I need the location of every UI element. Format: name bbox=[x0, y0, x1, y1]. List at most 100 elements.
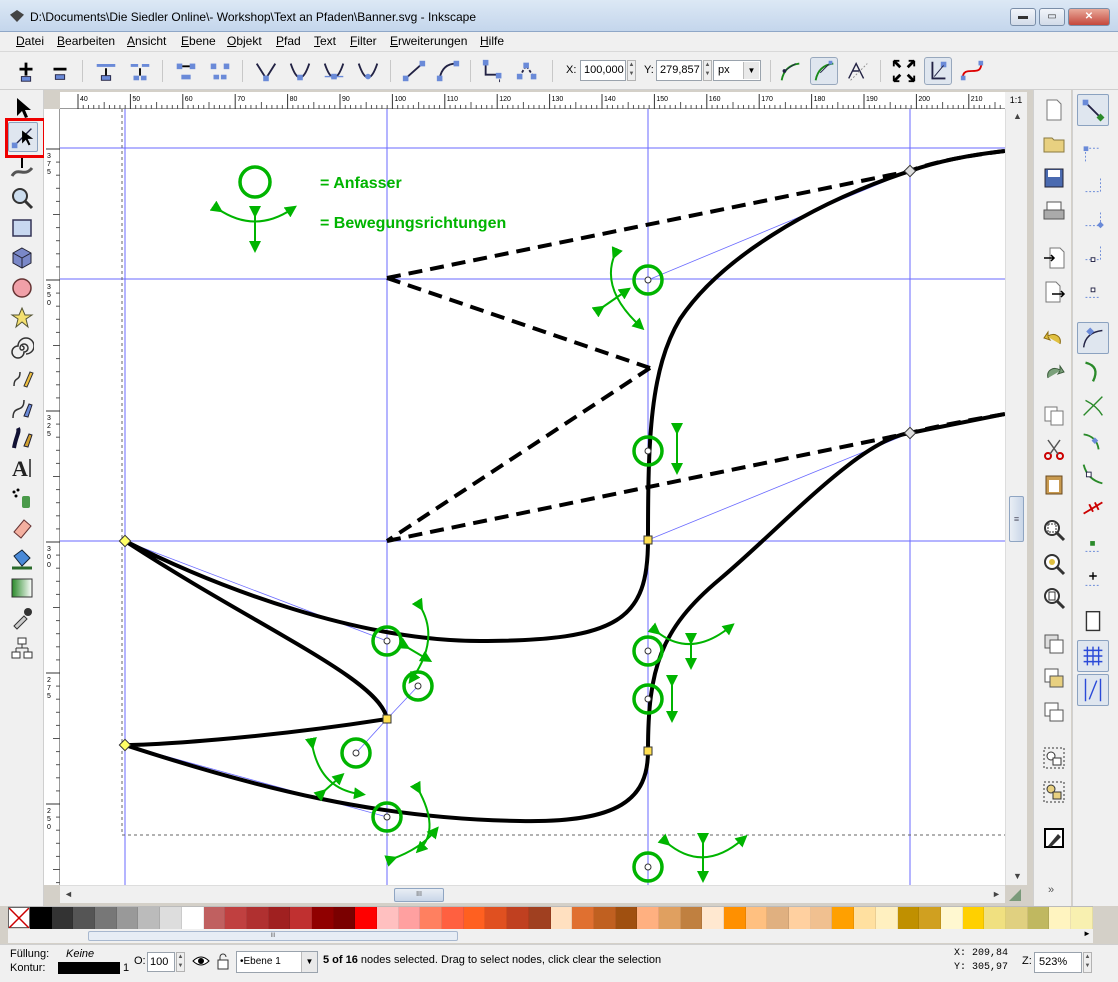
palette-swatch[interactable] bbox=[919, 907, 941, 929]
snap-rotation-center-icon[interactable] bbox=[1077, 560, 1109, 592]
palette-swatch[interactable] bbox=[1005, 907, 1028, 929]
palette-swatch[interactable] bbox=[745, 907, 768, 929]
open-folder-icon[interactable] bbox=[1042, 132, 1066, 156]
palette-swatch[interactable] bbox=[246, 907, 269, 929]
snap-smooth-nodes-icon[interactable] bbox=[1077, 458, 1109, 490]
undo-icon[interactable] bbox=[1042, 326, 1066, 350]
snap-paths-icon[interactable] bbox=[1077, 356, 1109, 388]
menu-datei[interactable]: Datei bbox=[16, 34, 44, 48]
y-coordinate-input[interactable]: 279,857 bbox=[656, 60, 702, 81]
spray-tool-icon[interactable] bbox=[10, 486, 34, 510]
palette-swatch[interactable] bbox=[290, 907, 312, 929]
palette-swatch[interactable] bbox=[984, 907, 1006, 929]
palette-swatch[interactable] bbox=[637, 907, 659, 929]
scroll-up-arrow[interactable]: ▲ bbox=[1013, 111, 1022, 121]
zoom-selection-icon[interactable] bbox=[1042, 518, 1066, 542]
show-bezier-handles-icon[interactable] bbox=[810, 57, 838, 85]
palette-swatch[interactable] bbox=[1049, 907, 1071, 929]
connector-tool-icon[interactable] bbox=[10, 636, 34, 660]
unit-select[interactable]: px ▼ bbox=[713, 60, 761, 81]
show-transform-handles-icon[interactable] bbox=[776, 57, 804, 85]
palette-swatch[interactable] bbox=[962, 907, 985, 929]
paste-icon[interactable] bbox=[1042, 472, 1066, 496]
palette-swatch[interactable] bbox=[463, 907, 486, 929]
palette-swatch[interactable] bbox=[138, 907, 161, 929]
path-effect-icon[interactable] bbox=[958, 57, 986, 85]
snap-bbox-icon[interactable] bbox=[1077, 136, 1109, 168]
palette-swatch[interactable] bbox=[767, 907, 790, 929]
palette-swatch[interactable] bbox=[724, 907, 746, 929]
snap-bbox-center-icon[interactable] bbox=[1077, 272, 1109, 304]
palette-swatch[interactable] bbox=[268, 907, 291, 929]
palette-swatch[interactable] bbox=[1071, 907, 1093, 929]
snap-page-border-icon[interactable] bbox=[1077, 606, 1109, 638]
text-tool-icon[interactable]: A bbox=[10, 456, 34, 480]
snap-cusp-nodes-icon[interactable] bbox=[1077, 424, 1109, 456]
palette-swatch[interactable] bbox=[225, 907, 247, 929]
palette-swatch[interactable] bbox=[355, 907, 377, 929]
resize-grip-icon[interactable] bbox=[1007, 887, 1023, 903]
menu-hilfe[interactable]: Hilfe bbox=[480, 34, 504, 48]
auto-smooth-node-icon[interactable] bbox=[354, 57, 382, 85]
no-paint-swatch[interactable] bbox=[8, 907, 30, 928]
new-document-icon[interactable] bbox=[1042, 98, 1066, 122]
stroke-swatch[interactable] bbox=[58, 962, 120, 974]
join-segment-icon[interactable] bbox=[172, 57, 200, 85]
palette-swatch[interactable] bbox=[789, 907, 811, 929]
scroll-right-arrow[interactable]: ► bbox=[992, 889, 1001, 899]
snap-object-midpoints-icon[interactable] bbox=[1077, 526, 1109, 558]
menu-text[interactable]: Text bbox=[314, 34, 336, 48]
palette-swatch[interactable] bbox=[615, 907, 638, 929]
horizontal-scrollbar[interactable]: ◄ III ► bbox=[60, 885, 1005, 903]
rect-tool-icon[interactable] bbox=[10, 216, 34, 240]
object-to-path-icon[interactable] bbox=[480, 57, 508, 85]
tweak-tool-icon[interactable] bbox=[10, 156, 34, 180]
snap-grid-icon[interactable] bbox=[1077, 640, 1109, 672]
print-icon[interactable] bbox=[1042, 200, 1066, 224]
palette-swatch[interactable] bbox=[377, 907, 399, 929]
segment-to-curve-icon[interactable] bbox=[434, 57, 462, 85]
palette-swatch[interactable] bbox=[810, 907, 833, 929]
palette-swatch[interactable] bbox=[116, 907, 139, 929]
stroke-width[interactable]: 1 bbox=[123, 962, 129, 974]
palette-swatch[interactable] bbox=[442, 907, 464, 929]
lock-icon[interactable] bbox=[215, 952, 231, 970]
palette-swatch[interactable] bbox=[528, 907, 551, 929]
palette-swatch[interactable] bbox=[550, 907, 573, 929]
star-tool-icon[interactable] bbox=[10, 306, 34, 330]
palette-swatch[interactable] bbox=[593, 907, 616, 929]
segment-to-line-icon[interactable] bbox=[400, 57, 428, 85]
eraser-tool-icon[interactable] bbox=[10, 516, 34, 540]
close-button[interactable]: ✕ bbox=[1068, 8, 1110, 26]
palette-swatch[interactable] bbox=[51, 907, 74, 929]
x-coordinate-input[interactable]: 100,000 bbox=[580, 60, 626, 81]
vertical-scroll-thumb[interactable]: ≡ bbox=[1009, 496, 1024, 542]
snap-enable-icon[interactable] bbox=[1077, 94, 1109, 126]
zoom-page-icon[interactable] bbox=[1042, 586, 1066, 610]
scroll-down-arrow[interactable]: ▼ bbox=[1013, 871, 1022, 881]
palette-swatch[interactable] bbox=[832, 907, 855, 929]
pen-tool-icon[interactable] bbox=[10, 396, 34, 420]
fill-value[interactable]: Keine bbox=[66, 948, 94, 960]
maximize-button[interactable]: ▭ bbox=[1039, 8, 1065, 26]
export-icon[interactable] bbox=[1042, 280, 1066, 304]
expand-commands-button[interactable]: » bbox=[1048, 884, 1054, 896]
minimize-button[interactable]: ▬ bbox=[1010, 8, 1036, 26]
pencil-tool-icon[interactable] bbox=[10, 366, 34, 390]
insert-node-icon[interactable] bbox=[12, 57, 40, 85]
spiral-tool-icon[interactable] bbox=[10, 336, 34, 360]
duplicate-icon[interactable] bbox=[1042, 632, 1066, 656]
horizontal-scroll-thumb[interactable]: III bbox=[394, 888, 444, 902]
ellipse-tool-icon[interactable] bbox=[10, 276, 34, 300]
zoom-tool-icon[interactable] bbox=[10, 186, 34, 210]
delete-segment-icon[interactable] bbox=[206, 57, 234, 85]
vertical-scrollbar[interactable]: ▲ ≡ ▼ bbox=[1005, 109, 1027, 885]
palette-swatch[interactable] bbox=[95, 907, 117, 929]
break-path-icon[interactable] bbox=[126, 57, 154, 85]
snap-nodes-icon[interactable] bbox=[1077, 322, 1109, 354]
import-icon[interactable] bbox=[1042, 246, 1066, 270]
cusp-node-icon[interactable] bbox=[252, 57, 280, 85]
save-icon[interactable] bbox=[1042, 166, 1066, 190]
palette-swatch[interactable] bbox=[485, 907, 508, 929]
scroll-left-arrow[interactable]: ◄ bbox=[64, 889, 73, 899]
